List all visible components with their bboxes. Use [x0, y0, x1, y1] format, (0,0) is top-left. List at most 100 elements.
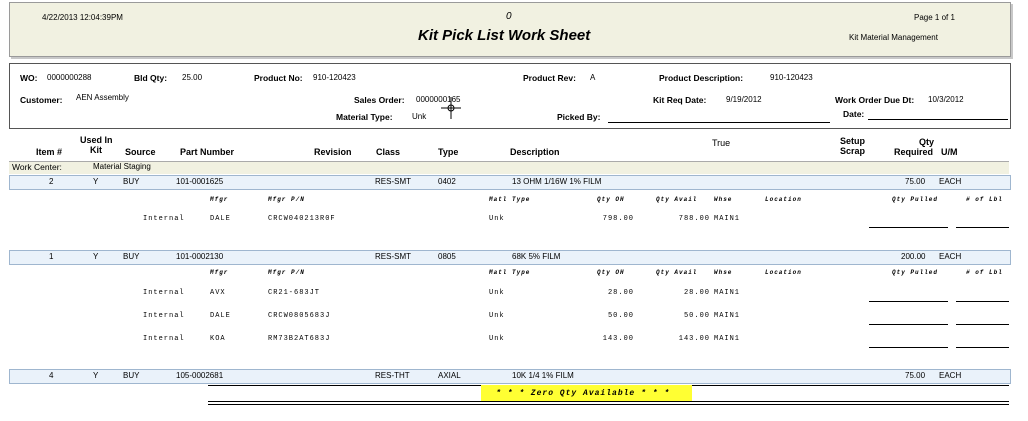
sub-qty-avail: 50.00 [683, 312, 710, 320]
sub-matl-type: Unk [489, 312, 505, 320]
crosshair-cursor-icon [441, 97, 461, 119]
col-setup: Setup [840, 136, 866, 146]
bottom-divider-double [208, 404, 1009, 405]
item-source: BUY [123, 177, 140, 186]
col-kit: Kit [90, 145, 102, 155]
productrev-label: Product Rev: [523, 73, 576, 83]
productno-label: Product No: [254, 73, 303, 83]
date-line [868, 119, 1008, 120]
productrev-value: A [590, 73, 596, 82]
lbl-count-line [956, 324, 1009, 325]
sub-header-qtypulled: Qty Pulled [892, 196, 939, 203]
qty-pulled-line [869, 347, 948, 348]
item-type: AXIAL [438, 371, 461, 380]
item-kit: Y [93, 177, 99, 186]
pickedby-label: Picked By: [557, 112, 601, 122]
sub-qty-oh: 798.00 [602, 215, 634, 223]
item-type: 0402 [438, 177, 456, 186]
sub-header-mfgrpn: Mfgr P/N [268, 269, 305, 276]
bottom-divider [208, 401, 1009, 402]
sub-matl-type: Unk [489, 289, 505, 297]
sub-mfgr: AVX [210, 289, 226, 297]
report-title: Kit Pick List Work Sheet [418, 27, 591, 44]
sub-mfgr-pn: CRCW040213R0F [268, 215, 336, 223]
col-source: Source [125, 147, 156, 157]
sub-header-qtyoh: Qty OH [597, 269, 625, 276]
customer-value: AEN Assembly [76, 93, 129, 102]
zero-qty-message: * * * Zero Qty Available * * * [496, 389, 671, 398]
col-class: Class [376, 147, 401, 157]
sub-mfgr-pn: CRCW0805683J [268, 312, 331, 320]
lbl-count-line [956, 347, 1009, 348]
bldqty-label: Bld Qty: [134, 73, 168, 83]
sub-header-qtypulled: Qty Pulled [892, 269, 939, 276]
item-row [9, 250, 1011, 265]
item-qty: 75.00 [905, 371, 926, 380]
sub-mfgr: DALE [210, 312, 231, 320]
sub-whse: MAIN1 [714, 335, 741, 343]
productdesc-value: 910-120423 [770, 73, 813, 82]
item-type: 0805 [438, 252, 456, 261]
sub-mfgr: DALE [210, 215, 231, 223]
item-kit: Y [93, 252, 99, 261]
item-description: 13 OHM 1/16W 1% FILM [512, 177, 602, 186]
wo-value: 0000000288 [47, 73, 92, 82]
sub-qty-oh: 28.00 [607, 289, 634, 297]
wodue-label: Work Order Due Dt: [835, 95, 915, 105]
sub-header-oflbl: # of Lbl [966, 269, 1003, 276]
col-scrap: Scrap [840, 146, 866, 156]
workcenter-label: Work Center: [12, 162, 62, 172]
report-datetime: 4/22/2013 12:04:39PM [42, 13, 123, 22]
lbl-count-line [956, 227, 1009, 228]
sub-matl-type: Unk [489, 335, 505, 343]
sub-header-qtyavail: Qty Avail [656, 196, 698, 203]
item-qty: 200.00 [901, 252, 926, 261]
salesorder-label: Sales Order: [354, 95, 405, 105]
item-class: RES-THT [375, 371, 410, 380]
item-um: EACH [939, 177, 962, 186]
item-class: RES-SMT [375, 252, 411, 261]
sub-header-matltype: Matl Type [489, 269, 531, 276]
sub-mfgr: KOA [210, 335, 226, 343]
report-module: Kit Material Management [849, 33, 938, 42]
item-um: EACH [939, 252, 962, 261]
sub-header-mfgrpn: Mfgr P/N [268, 196, 305, 203]
col-type: Type [438, 147, 459, 157]
col-true: True [712, 138, 731, 148]
item-row [9, 369, 1011, 384]
pickedby-line [608, 122, 830, 123]
sub-whse: MAIN1 [714, 312, 741, 320]
item-number: 1 [49, 252, 54, 261]
qty-pulled-line [869, 324, 948, 325]
materialtype-value: Unk [412, 112, 427, 121]
sub-header-mfgr: Mfgr [210, 196, 229, 203]
sub-source: Internal [143, 289, 185, 297]
sub-header-qtyavail: Qty Avail [656, 269, 698, 276]
workcenter-value: Material Staging [93, 162, 151, 171]
item-part-number: 101-0001625 [176, 177, 224, 186]
col-description: Description [510, 147, 560, 157]
report-zero: 0 [506, 11, 512, 22]
sub-source: Internal [143, 215, 185, 223]
lbl-count-line [956, 301, 1009, 302]
qty-pulled-line [869, 301, 948, 302]
sub-matl-type: Unk [489, 215, 505, 223]
item-number: 2 [49, 177, 54, 186]
item-description: 68K 5% FILM [512, 252, 561, 261]
sub-qty-avail: 28.00 [683, 289, 710, 297]
sub-header-whse: Whse [714, 269, 733, 276]
productno-value: 910-120423 [313, 73, 356, 82]
item-kit: Y [93, 371, 99, 380]
bldqty-value: 25.00 [182, 73, 203, 82]
sub-whse: MAIN1 [714, 289, 741, 297]
page-number: Page 1 of 1 [914, 13, 955, 22]
sub-qty-avail: 143.00 [678, 335, 710, 343]
materialtype-label: Material Type: [336, 112, 393, 122]
sub-header-matltype: Matl Type [489, 196, 531, 203]
sub-qty-oh: 143.00 [602, 335, 634, 343]
item-description: 10K 1/4 1% FILM [512, 371, 574, 380]
sub-header-location: Location [765, 196, 802, 203]
sub-source: Internal [143, 335, 185, 343]
customer-label: Customer: [20, 95, 63, 105]
sub-qty-oh: 50.00 [607, 312, 634, 320]
